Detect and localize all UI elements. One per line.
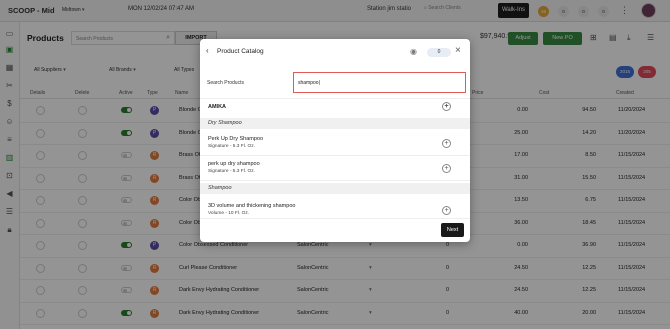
- brand-row: AMIKA +: [200, 99, 470, 116]
- product-name: 3D volume and thickening shampoo: [208, 203, 296, 209]
- modal-title: Product Catalog: [217, 48, 264, 55]
- add-brand-icon[interactable]: +: [442, 102, 451, 111]
- product-size: Volume - 10 Fl. Oz.: [208, 211, 250, 216]
- catalog-product[interactable]: Perk Up Dry Shampoo Signature - 5.3 Fl. …: [200, 131, 470, 156]
- back-chevron-icon[interactable]: ‹: [206, 46, 209, 55]
- search-products-label: Search Products: [207, 80, 244, 86]
- modal-header: ‹ Product Catalog ◉ 0 ×: [200, 39, 470, 66]
- product-size: Signature - 5.3 Fl. Oz.: [208, 144, 255, 149]
- product-catalog-modal: ‹ Product Catalog ◉ 0 × Search Products …: [200, 39, 470, 242]
- category-row: Shampoo: [200, 183, 470, 194]
- catalog-search-input[interactable]: shampoo|: [293, 72, 466, 93]
- add-product-icon[interactable]: +: [442, 139, 451, 148]
- product-size: Signature - 5.3 Fl. Oz.: [208, 169, 255, 174]
- catalog-product[interactable]: 3D volume and thickening shampoo Volume …: [200, 198, 470, 218]
- add-product-icon[interactable]: +: [442, 206, 451, 215]
- catalog-product[interactable]: perk up dry shampoo Signature - 5.3 Fl. …: [200, 156, 470, 181]
- add-product-icon[interactable]: +: [442, 164, 451, 173]
- product-name: perk up dry shampoo: [208, 161, 260, 167]
- eye-icon[interactable]: ◉: [410, 47, 417, 56]
- selected-count: 0: [427, 48, 451, 57]
- catalog-search-value: shampoo: [298, 80, 319, 86]
- category-name: Dry Shampoo: [208, 120, 242, 126]
- modal-footer: Next: [200, 218, 470, 242]
- category-row: Dry Shampoo: [200, 118, 470, 129]
- next-button[interactable]: Next: [441, 223, 464, 237]
- brand-name: AMIKA: [208, 104, 227, 110]
- catalog-results: AMIKA + Dry Shampoo Perk Up Dry Shampoo …: [200, 98, 470, 218]
- product-name: Perk Up Dry Shampoo: [208, 136, 264, 142]
- category-name: Shampoo: [208, 185, 232, 191]
- close-icon[interactable]: ×: [455, 45, 461, 56]
